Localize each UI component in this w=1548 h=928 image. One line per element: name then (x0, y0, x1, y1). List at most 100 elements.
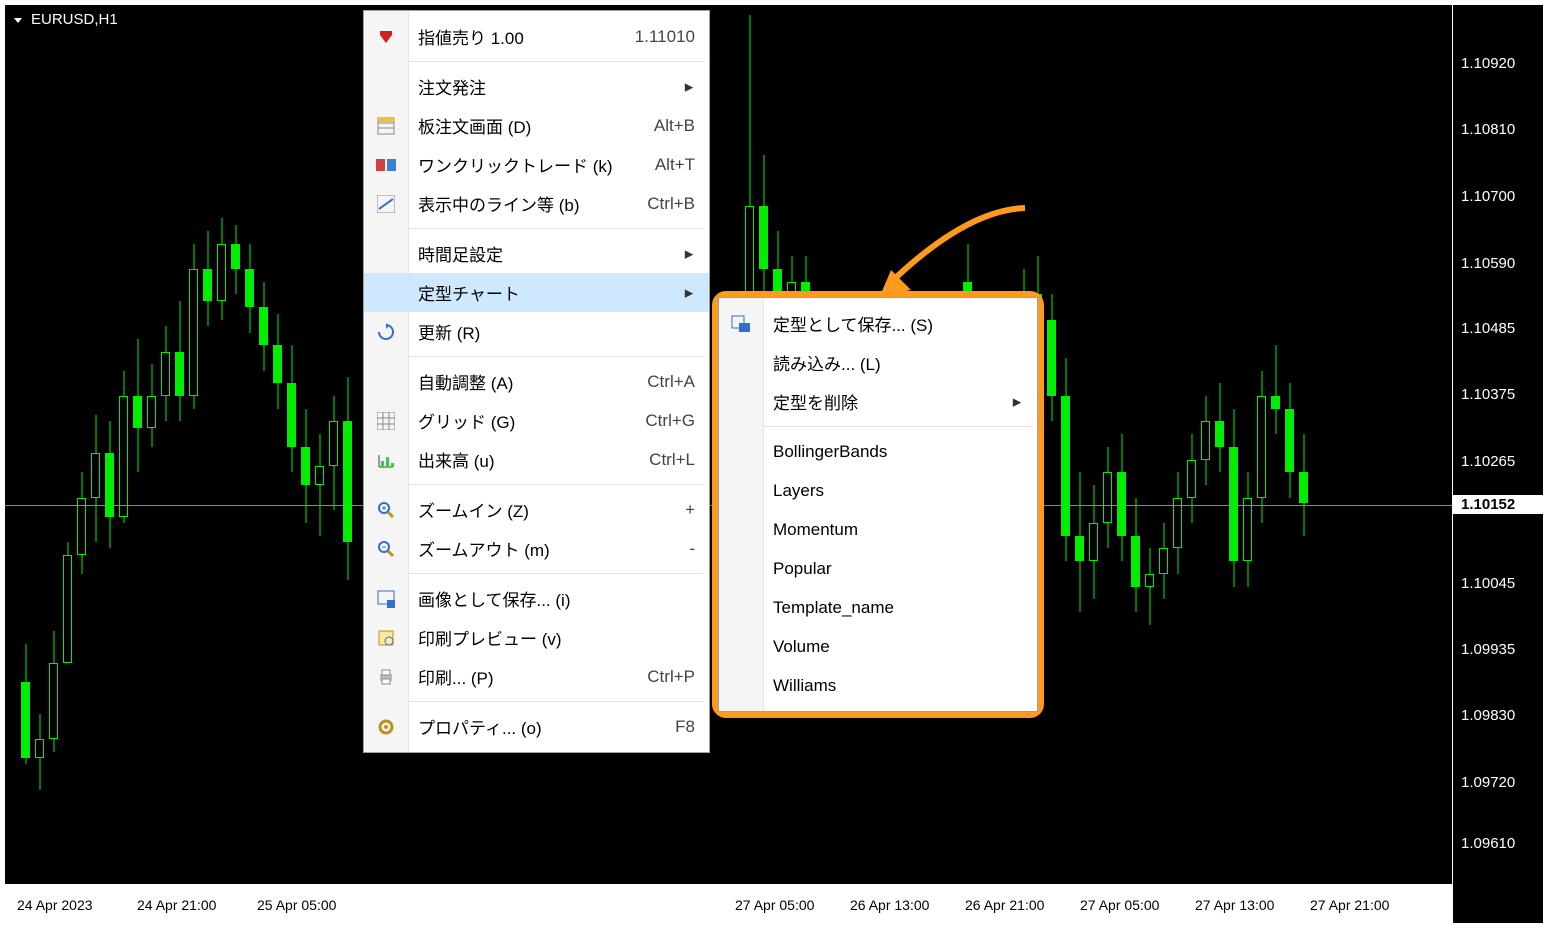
context-menu-item[interactable]: 画像として保存... (i) (364, 579, 709, 618)
refresh-icon (364, 323, 408, 341)
menu-item-label: Template_name (773, 598, 1023, 618)
candle (35, 714, 44, 790)
menu-item-label: 表示中のライン等 (b) (418, 191, 615, 216)
templates-submenu-item[interactable]: Layers (719, 471, 1037, 510)
candle (189, 244, 198, 409)
menu-separator (408, 61, 705, 62)
menu-item-label: 定型チャート (418, 280, 673, 305)
candle (63, 542, 72, 586)
menu-separator (408, 484, 705, 485)
context-menu-item[interactable]: ズームイン (Z) + (364, 490, 709, 529)
candle (287, 345, 296, 472)
y-axis: 1.109201.108101.107001.105901.104851.103… (1452, 5, 1543, 885)
templates-submenu-item[interactable]: 読み込み... (L) (719, 343, 1037, 382)
menu-item-label: 定型として保存... (S) (773, 311, 1023, 336)
context-menu-item[interactable]: 更新 (R) (364, 312, 709, 351)
symbol-text: EURUSD,H1 (31, 11, 118, 28)
context-menu-item[interactable]: 板注文画面 (D)Alt+B (364, 106, 709, 145)
x-tick: 26 Apr 21:00 (965, 897, 1044, 913)
templates-submenu-item[interactable]: Volume (719, 627, 1037, 666)
candle (105, 421, 114, 548)
candle (329, 396, 338, 510)
candle (1131, 498, 1140, 612)
current-price-label: 1.10152 (1453, 495, 1543, 514)
candle (1117, 434, 1126, 561)
context-menu-item[interactable]: 自動調整 (A)Ctrl+A (364, 362, 709, 401)
candle (231, 225, 240, 295)
templates-submenu-item[interactable]: Momentum (719, 510, 1037, 549)
menu-item-shortcut: Ctrl+B (625, 194, 695, 214)
submenu-arrow-icon: ▸ (683, 77, 695, 97)
menu-item-label: プロパティ... (o) (418, 714, 643, 739)
y-tick: 1.10045 (1461, 575, 1515, 592)
x-tick: 24 Apr 21:00 (137, 897, 216, 913)
chart-symbol-label[interactable]: EURUSD,H1 (13, 11, 118, 28)
context-menu-item[interactable]: 印刷プレビュー (v) (364, 618, 709, 657)
y-tick: 1.10590 (1461, 255, 1515, 272)
menu-item-shortcut: Ctrl+P (625, 667, 695, 687)
y-tick: 1.10810 (1461, 121, 1515, 138)
oneclick-icon (364, 159, 408, 171)
submenu-templates[interactable]: 定型として保存... (S) 読み込み... (L) 定型を削除 ▸ Bollinger… (712, 291, 1044, 718)
zoomout-icon (364, 540, 408, 558)
submenu-arrow-icon: ▸ (1011, 392, 1023, 412)
candle (203, 231, 212, 326)
props-icon (364, 718, 408, 736)
candle (1187, 434, 1196, 523)
templates-submenu-item[interactable]: Template_name (719, 588, 1037, 627)
savetpl-icon (719, 315, 763, 333)
chart-window[interactable]: 1.109201.108101.107001.105901.104851.103… (0, 0, 1548, 928)
context-menu-item[interactable]: プロパティ... (o)F8 (364, 707, 709, 746)
context-menu-item[interactable]: 出来高 (u)Ctrl+L (364, 440, 709, 479)
candle (1173, 472, 1182, 574)
templates-submenu-item[interactable]: Williams (719, 666, 1037, 705)
context-menu-item[interactable]: 定型チャート▸ (364, 273, 709, 312)
templates-submenu-item[interactable]: BollingerBands (719, 432, 1037, 471)
menu-item-label: 自動調整 (A) (418, 369, 615, 394)
templates-submenu-item[interactable]: 定型として保存... (S) (719, 304, 1037, 343)
menu-item-label: グリッド (G) (418, 408, 613, 433)
context-menu[interactable]: 指値売り 1.001.11010 注文発注 ▸ 板注文画面 (D)Alt+Bワンクリッ… (363, 10, 710, 753)
context-menu-item[interactable]: ワンクリックトレード (k)Alt+T (364, 145, 709, 184)
candle (759, 155, 768, 295)
menu-item-shortcut: Alt+T (633, 155, 695, 175)
menu-item-label: Layers (773, 481, 1023, 501)
menu-item-label: 時間足設定 (418, 241, 673, 266)
candle (1243, 472, 1252, 586)
zoomin-icon (364, 501, 408, 519)
context-menu-item[interactable]: 指値売り 1.001.11010 (364, 17, 709, 56)
grid-icon (364, 412, 408, 430)
context-menu-item[interactable]: 時間足設定▸ (364, 234, 709, 273)
menu-item-label: 注文発注 (418, 74, 673, 99)
candle (133, 339, 142, 472)
sell-arrow-icon (364, 27, 408, 47)
candle (343, 377, 352, 580)
candle (315, 434, 324, 536)
candle (1145, 548, 1154, 624)
candle (119, 371, 128, 523)
menu-item-shortcut: - (667, 539, 695, 559)
x-tick: 25 Apr 05:00 (257, 897, 336, 913)
menu-item-label: ズームアウト (m) (418, 536, 657, 561)
templates-submenu-item[interactable]: 定型を削除 ▸ (719, 382, 1037, 421)
x-tick: 27 Apr 05:00 (1080, 897, 1159, 913)
menu-item-label: Popular (773, 559, 1023, 579)
context-menu-item[interactable]: 注文発注 ▸ (364, 67, 709, 106)
candle (259, 282, 268, 371)
templates-submenu-item[interactable]: Popular (719, 549, 1037, 588)
y-tick: 1.10920 (1461, 55, 1515, 72)
candle (49, 631, 58, 752)
menu-separator (408, 356, 705, 357)
menu-item-shortcut: + (663, 500, 695, 520)
context-menu-item[interactable]: 表示中のライン等 (b) Ctrl+B (364, 184, 709, 223)
candle (1103, 447, 1112, 549)
menu-item-label: 定型を削除 (773, 389, 1001, 414)
context-menu-item[interactable]: ズームアウト (m)- (364, 529, 709, 568)
context-menu-item[interactable]: 印刷... (P)Ctrl+P (364, 657, 709, 696)
menu-item-label: 更新 (R) (418, 319, 695, 344)
menu-item-label: ズームイン (Z) (418, 497, 653, 522)
menu-item-shortcut: Ctrl+L (627, 450, 695, 470)
context-menu-item[interactable]: グリッド (G)Ctrl+G (364, 401, 709, 440)
candle (175, 301, 184, 422)
menu-separator (763, 426, 1033, 427)
